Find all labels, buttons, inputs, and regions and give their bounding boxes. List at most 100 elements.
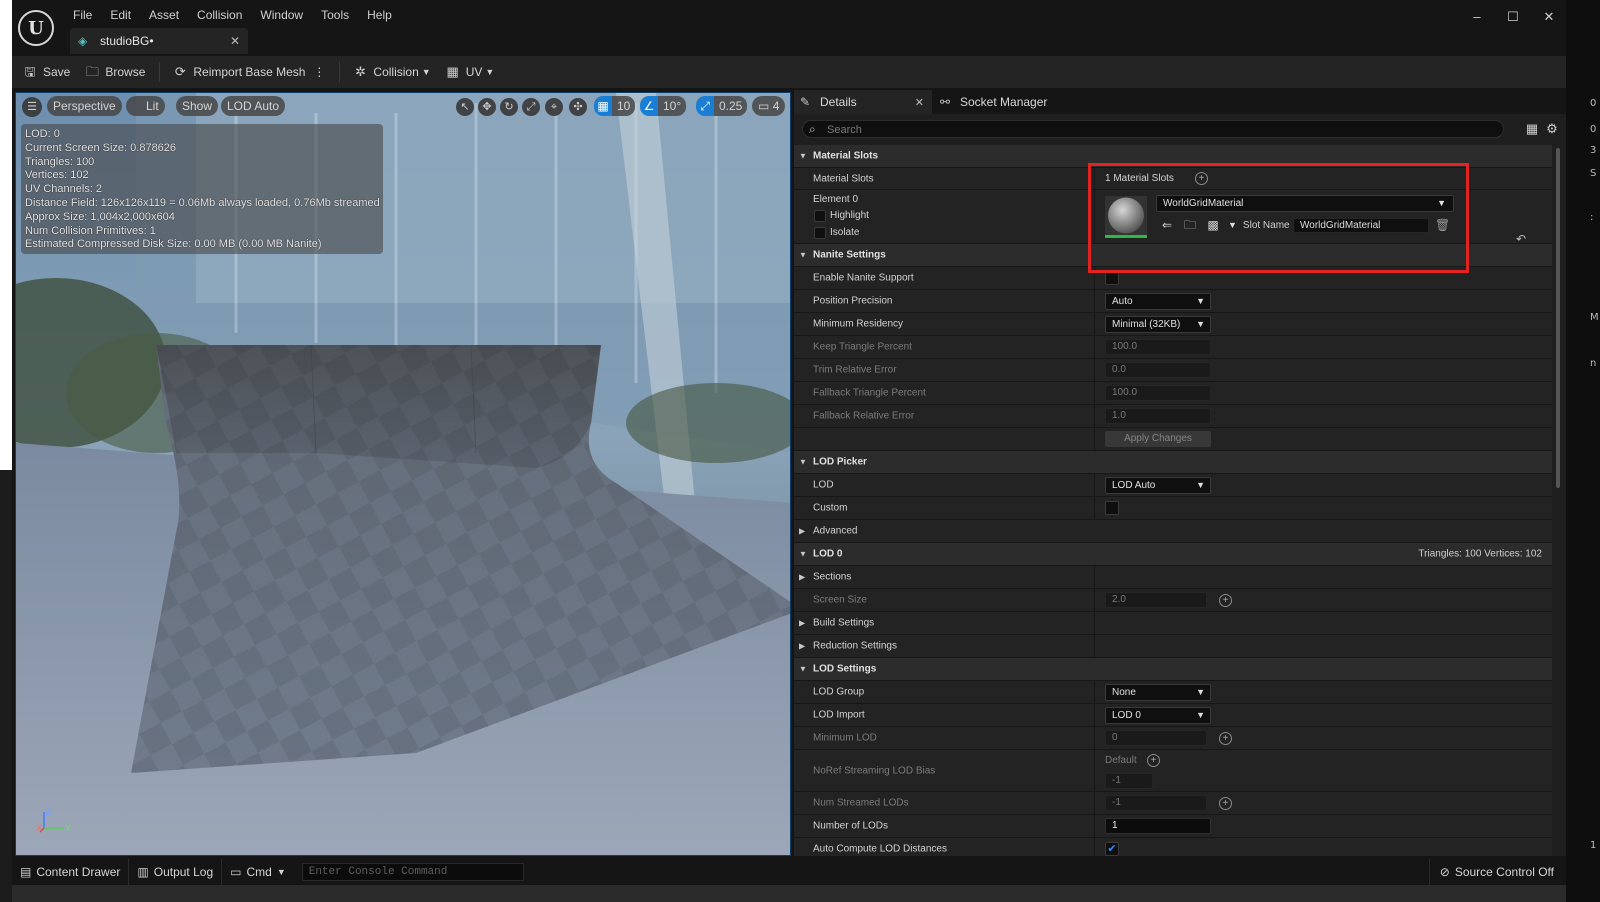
lod-import-dropdown[interactable]: LOD 0 ▼	[1105, 707, 1211, 724]
category-lod-settings[interactable]: ▼ LOD Settings	[794, 658, 1552, 681]
camera-speed-button[interactable]: ▭ 4	[752, 96, 786, 116]
chevron-down-icon[interactable]: ▼	[1228, 220, 1237, 230]
rotate-tool-icon[interactable]: ↻	[500, 98, 518, 116]
perspective-button[interactable]: Perspective	[47, 96, 122, 116]
menu-asset[interactable]: Asset	[140, 6, 188, 24]
tab-details[interactable]: ✎ Details ✕	[794, 90, 932, 114]
apply-changes-button[interactable]: Apply Changes	[1105, 431, 1211, 447]
maximize-button[interactable]: ☐	[1506, 10, 1520, 24]
browse-button[interactable]: 🗀 Browse	[84, 64, 146, 80]
more-options-icon[interactable]: ⋮	[313, 65, 325, 79]
expanded-arrow-icon: ▼	[799, 151, 807, 161]
add-platform-override-icon[interactable]: +	[1219, 797, 1232, 810]
output-log-button[interactable]: ▥ Output Log	[129, 859, 223, 885]
row-reduction-settings[interactable]: ▶ Reduction Settings	[794, 635, 1552, 658]
source-control-off-icon: ⊘	[1439, 865, 1450, 879]
row-build-settings[interactable]: ▶ Build Settings	[794, 612, 1552, 635]
fallback-error-field[interactable]: 1.0	[1105, 408, 1211, 424]
hamburger-menu-icon[interactable]: ☰	[22, 97, 42, 117]
category-nanite-settings[interactable]: ▼ Nanite Settings	[794, 244, 1552, 267]
close-tab-icon[interactable]: ✕	[915, 96, 924, 109]
lod-dropdown[interactable]: LOD Auto ▼	[1105, 477, 1211, 494]
noref-bias-field[interactable]: -1	[1105, 773, 1153, 789]
select-tool-icon[interactable]: ↖	[456, 98, 474, 116]
element-label: Element 0	[813, 194, 859, 205]
lod-group-dropdown[interactable]: None ▼	[1105, 684, 1211, 701]
scale-snap-icon[interactable]: ⤢	[696, 96, 714, 116]
grid-snap-value[interactable]: 10	[612, 96, 636, 116]
viewport[interactable]: ☰ Perspective Lit Show LOD Auto ↖ ✥ ↻ ⤢ …	[15, 92, 791, 856]
menu-edit[interactable]: Edit	[101, 6, 140, 24]
details-scrollbar[interactable]	[1556, 148, 1560, 488]
menu-collision[interactable]: Collision	[188, 6, 251, 24]
rotation-snap-value[interactable]: 10°	[658, 96, 687, 116]
slot-name-field[interactable]: WorldGridMaterial	[1293, 218, 1429, 233]
scale-tool-icon[interactable]: ⤢	[522, 98, 540, 116]
console-command-input[interactable]	[301, 863, 524, 881]
world-local-icon[interactable]: ⌖	[545, 98, 563, 116]
category-label: LOD 0	[813, 548, 843, 560]
close-window-button[interactable]: ✕	[1542, 10, 1556, 24]
lit-label: Lit	[146, 99, 159, 113]
collision-button[interactable]: ✲ Collision ▼	[352, 64, 431, 80]
save-button[interactable]: 🖫 Save	[22, 64, 70, 80]
auto-compute-checkbox[interactable]: ✔	[1105, 842, 1119, 856]
show-button[interactable]: Show	[176, 96, 219, 116]
add-platform-override-icon[interactable]: +	[1219, 594, 1232, 607]
add-platform-override-icon[interactable]: +	[1219, 732, 1232, 745]
num-streamed-lods-field[interactable]: -1	[1105, 795, 1207, 811]
content-drawer-button[interactable]: ▤ Content Drawer	[12, 859, 130, 885]
minimum-lod-field[interactable]: 0	[1105, 730, 1207, 746]
uv-button[interactable]: ▦ UV ▼	[445, 64, 495, 80]
enable-nanite-checkbox[interactable]	[1105, 271, 1119, 285]
material-selector[interactable]: WorldGridMaterial ▼	[1156, 195, 1454, 212]
trim-error-field[interactable]: 0.0	[1105, 362, 1211, 378]
surface-snap-icon[interactable]: ✣	[569, 98, 587, 116]
tab-details-label: Details	[820, 95, 857, 109]
unreal-logo-icon[interactable]: U	[18, 10, 54, 46]
menu-help[interactable]: Help	[358, 6, 401, 24]
row-advanced[interactable]: ▶ Advanced	[794, 520, 1552, 543]
highlight-checkbox[interactable]	[814, 210, 826, 222]
category-material-slots[interactable]: ▼ Material Slots	[794, 145, 1552, 168]
close-tab-icon[interactable]: ✕	[230, 34, 240, 48]
lod-auto-button[interactable]: LOD Auto	[221, 96, 286, 116]
position-precision-dropdown[interactable]: Auto ▼	[1105, 293, 1211, 310]
lit-button[interactable]: Lit	[126, 96, 165, 116]
keep-triangle-field[interactable]: 100.0	[1105, 339, 1211, 355]
menu-tools[interactable]: Tools	[312, 6, 358, 24]
number-of-lods-field[interactable]: 1	[1105, 818, 1211, 834]
table-view-icon[interactable]: ▦	[1524, 121, 1540, 137]
rotation-snap-icon[interactable]: ∠	[640, 96, 658, 116]
minimum-residency-dropdown[interactable]: Minimal (32KB) ▼	[1105, 316, 1211, 333]
add-platform-override-icon[interactable]: +	[1147, 754, 1160, 767]
reimport-button[interactable]: ⟳ Reimport Base Mesh ⋮	[172, 64, 326, 80]
trash-icon[interactable]: 🗑	[1435, 218, 1450, 232]
menu-window[interactable]: Window	[251, 6, 312, 24]
isolate-checkbox[interactable]	[814, 227, 826, 239]
material-thumbnail[interactable]	[1105, 196, 1147, 238]
scale-snap-value[interactable]: 0.25	[714, 96, 748, 116]
minimize-button[interactable]: –	[1470, 10, 1484, 24]
collapsed-arrow-icon: ▶	[799, 618, 806, 628]
browse-folder-icon[interactable]: 🗀	[1182, 217, 1198, 233]
menu-file[interactable]: File	[64, 6, 101, 24]
grid-snap-icon[interactable]: ▦	[594, 96, 612, 116]
fallback-triangle-field[interactable]: 100.0	[1105, 385, 1211, 401]
gear-icon[interactable]: ⚙	[1544, 121, 1560, 137]
screen-size-field[interactable]: 2.0	[1105, 592, 1207, 608]
translate-tool-icon[interactable]: ✥	[478, 98, 496, 116]
row-sections[interactable]: ▶ Sections	[794, 566, 1552, 589]
source-control-button[interactable]: ⊘ Source Control Off	[1428, 859, 1554, 885]
category-lod-picker[interactable]: ▼ LOD Picker	[794, 451, 1552, 474]
search-input[interactable]	[827, 122, 1487, 137]
tab-socket-manager[interactable]: ⚯ Socket Manager	[934, 90, 1094, 114]
custom-checkbox[interactable]	[1105, 501, 1119, 515]
texture-options-icon[interactable]: ▩	[1205, 217, 1221, 233]
add-material-slot-icon[interactable]: +	[1195, 172, 1208, 185]
document-tab[interactable]: ◈ studioBG• ✕	[70, 28, 248, 54]
collision-icon: ✲	[354, 64, 366, 79]
use-selected-icon[interactable]: ⇐	[1159, 217, 1175, 233]
cmd-dropdown[interactable]: ▭ Cmd ▼	[222, 859, 294, 885]
category-lod-0[interactable]: ▼ LOD 0 Triangles: 100 Vertices: 102	[794, 543, 1552, 566]
